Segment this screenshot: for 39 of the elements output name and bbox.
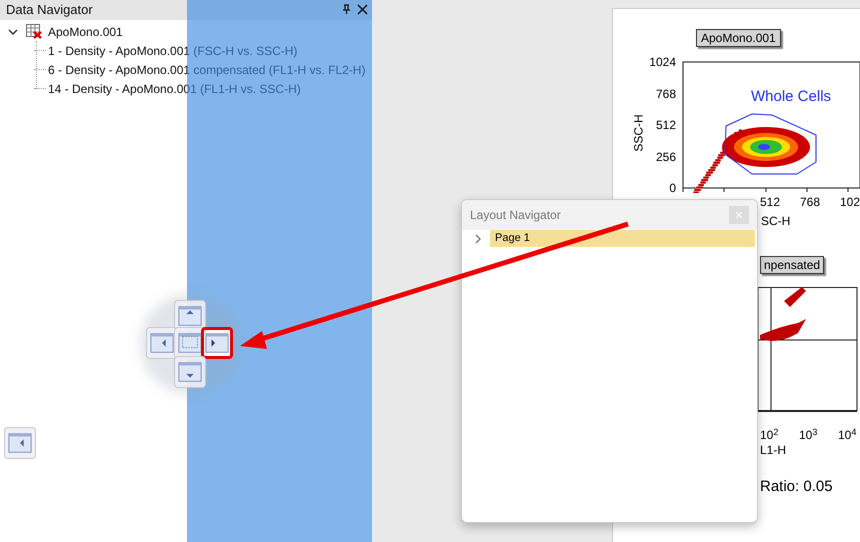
axis-label: SC-H xyxy=(761,213,790,230)
tick-label: 768 xyxy=(800,195,820,209)
data-file-icon xyxy=(26,24,42,39)
axis-label: L1-H xyxy=(760,442,786,459)
tick-label: 768 xyxy=(654,86,676,100)
plot-title: ApoMono.001 xyxy=(696,29,781,47)
dock-target[interactable] xyxy=(174,356,206,388)
tick-label: 1024 xyxy=(648,55,676,69)
window-title: Layout Navigator xyxy=(470,207,561,224)
tree-item[interactable]: 1 - Density - ApoMono.001 (FSC-H vs. SSC-H) xyxy=(48,42,298,60)
dock-window-icon xyxy=(204,331,230,355)
dock-window-icon xyxy=(177,304,203,328)
tick-label: 102 xyxy=(840,195,860,209)
plot-title: npensated xyxy=(760,256,824,274)
tree-item[interactable]: 6 - Density - ApoMono.001 compensated (FL1-H vs. FL2-H) xyxy=(48,60,366,78)
axis-label: SSC-H xyxy=(630,114,647,152)
dock-window-icon xyxy=(177,360,203,384)
statistic-text: Ratio: 0.05 xyxy=(760,477,833,497)
tick-label: 0 xyxy=(668,181,676,195)
close-icon xyxy=(736,212,742,218)
dock-window-icon xyxy=(7,431,33,455)
tick-label: 10$^{3}$ xyxy=(799,428,818,442)
gate-label: Whole Cells xyxy=(751,87,832,107)
dock-target[interactable] xyxy=(201,327,233,359)
dock-window-icon xyxy=(177,331,203,355)
tick-label: 256 xyxy=(654,150,676,164)
tree-item[interactable]: ApoMono.001 xyxy=(48,22,123,40)
event-cluster xyxy=(760,287,806,341)
pin-icon[interactable] xyxy=(341,4,352,15)
close-icon[interactable] xyxy=(357,4,368,15)
panel-title: Data Navigator xyxy=(6,1,93,20)
tree-item[interactable]: 14 - Density - ApoMono.001 (FL1-H vs. SSC-H) xyxy=(48,80,301,98)
chevron-icon[interactable] xyxy=(8,26,18,36)
page-item[interactable]: Page 1 xyxy=(490,230,755,247)
tick-label: 10$^{4}$ xyxy=(838,428,856,442)
dock-window-icon xyxy=(149,331,175,355)
dock-target[interactable] xyxy=(4,427,36,459)
tick-label: 10$^{2}$ xyxy=(760,428,778,442)
tick-label: 512 xyxy=(760,195,780,209)
